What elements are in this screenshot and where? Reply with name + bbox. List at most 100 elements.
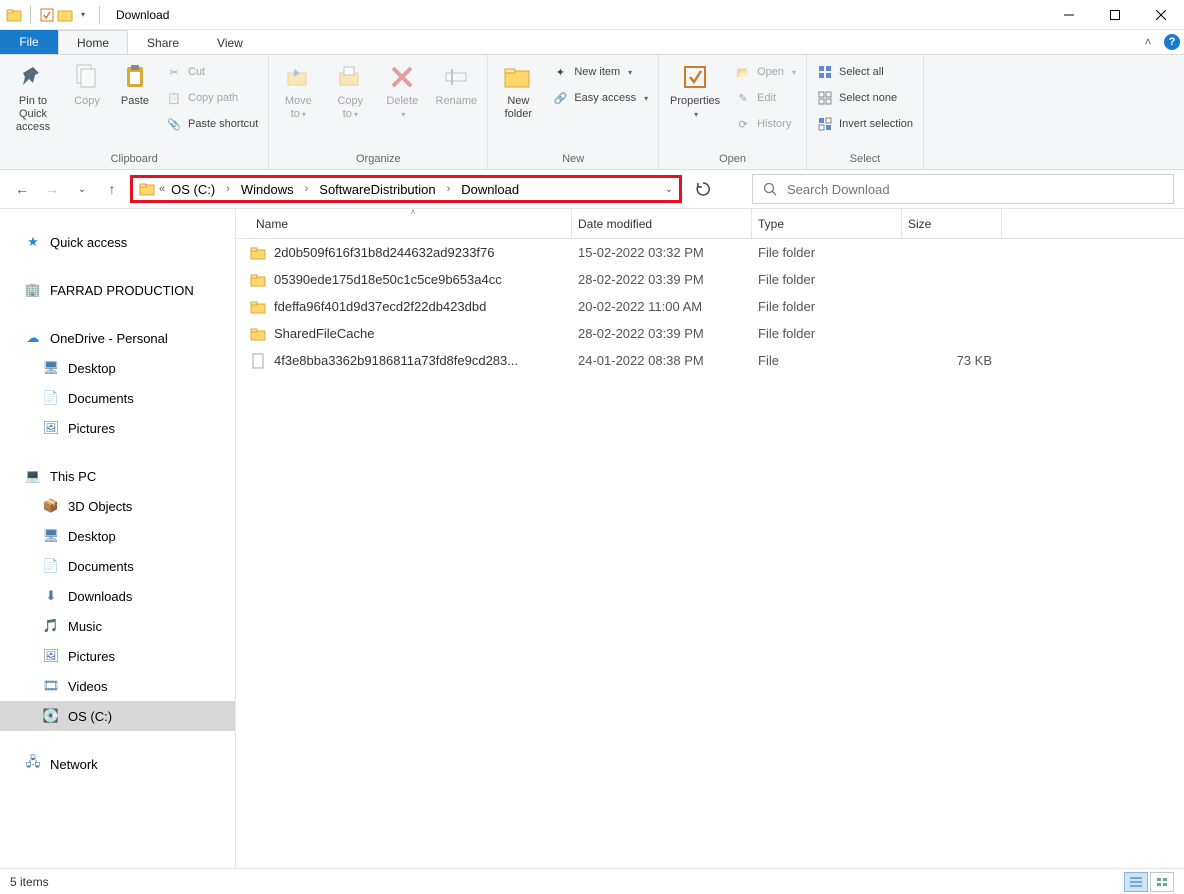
file-row[interactable]: fdeffa96f401d9d37ecd2f22db423dbd20-02-20…	[236, 293, 1184, 320]
rename-button[interactable]: Rename	[431, 59, 481, 108]
file-row[interactable]: 2d0b509f616f31b8d244632ad9233f7615-02-20…	[236, 239, 1184, 266]
file-name: fdeffa96f401d9d37ecd2f22db423dbd	[274, 299, 486, 314]
easy-access-button[interactable]: 🔗Easy access▾	[548, 87, 652, 109]
breadcrumb-os[interactable]: OS (C:)	[169, 182, 217, 197]
properties-button[interactable]: Properties▾	[665, 59, 725, 121]
drive-icon: 💽	[42, 707, 60, 725]
tab-file[interactable]: File	[0, 30, 58, 54]
column-date[interactable]: Date modified	[572, 209, 752, 238]
drive-icon: 🖼	[42, 647, 60, 665]
qat-dropdown-icon[interactable]: ▾	[75, 7, 91, 23]
file-icon	[250, 353, 266, 369]
folder-icon	[250, 299, 266, 315]
cut-button[interactable]: ✂Cut	[162, 61, 262, 83]
sidebar-onedrive[interactable]: ☁OneDrive - Personal	[0, 323, 235, 353]
paste-button[interactable]: Paste	[114, 59, 156, 108]
new-item-button[interactable]: ✦New item▾	[548, 61, 652, 83]
select-none-button[interactable]: Select none	[813, 87, 917, 109]
help-button[interactable]: ?	[1160, 30, 1184, 54]
breadcrumb-windows[interactable]: Windows	[239, 182, 296, 197]
select-all-icon	[817, 64, 833, 80]
breadcrumb-download[interactable]: Download	[459, 182, 521, 197]
select-all-button[interactable]: Select all	[813, 61, 917, 83]
file-date: 28-02-2022 03:39 PM	[572, 272, 752, 287]
rename-icon	[440, 61, 472, 93]
sidebar-item-downloads[interactable]: ⬇Downloads	[0, 581, 235, 611]
new-folder-button[interactable]: New folder	[494, 59, 542, 121]
sidebar-item-music[interactable]: 🎵Music	[0, 611, 235, 641]
file-row[interactable]: 4f3e8bba3362b9186811a73fd8fe9cd283...24-…	[236, 347, 1184, 374]
minimize-button[interactable]	[1046, 0, 1092, 30]
chevron-right-icon[interactable]: ›	[442, 183, 456, 195]
file-type: File folder	[752, 299, 902, 314]
chevron-right-icon[interactable]: ›	[300, 183, 314, 195]
breadcrumb-softwaredistribution[interactable]: SoftwareDistribution	[317, 182, 437, 197]
close-button[interactable]	[1138, 0, 1184, 30]
sidebar-item-pictures[interactable]: 🖼Pictures	[0, 641, 235, 671]
ribbon: Pin to Quick access Copy Paste ✂Cut 📋Cop…	[0, 55, 1184, 170]
maximize-button[interactable]	[1092, 0, 1138, 30]
recent-locations-button[interactable]: ⌄	[70, 177, 94, 201]
folder-icon: 🖼	[42, 419, 60, 437]
column-type[interactable]: Type	[752, 209, 902, 238]
sidebar-item-os-c-[interactable]: 💽OS (C:)	[0, 701, 235, 731]
column-name[interactable]: Name˄	[250, 209, 572, 238]
edit-button[interactable]: ✎Edit	[731, 87, 800, 109]
file-name: 4f3e8bba3362b9186811a73fd8fe9cd283...	[274, 353, 518, 368]
back-button[interactable]: ←	[10, 177, 34, 201]
folder-icon	[250, 326, 266, 342]
sidebar-quick-access[interactable]: ★Quick access	[0, 227, 235, 257]
move-to-button[interactable]: Move to▾	[275, 59, 321, 121]
tab-share[interactable]: Share	[128, 30, 198, 54]
drive-icon: ⬇	[42, 587, 60, 605]
folder-icon	[250, 272, 266, 288]
collapse-ribbon-icon[interactable]: ˄	[1136, 30, 1160, 54]
sidebar-item-desktop[interactable]: 🖥Desktop	[0, 521, 235, 551]
sidebar-this-pc[interactable]: 💻This PC	[0, 461, 235, 491]
search-input[interactable]	[787, 182, 1163, 197]
refresh-button[interactable]	[688, 175, 718, 203]
copy-to-button[interactable]: Copy to▾	[327, 59, 373, 121]
chevron-right-icon[interactable]: ›	[221, 183, 235, 195]
sidebar-item-documents[interactable]: 📄Documents	[0, 383, 235, 413]
folder-icon: 🖥	[42, 359, 60, 377]
view-details-button[interactable]	[1124, 872, 1148, 892]
copy-button[interactable]: Copy	[66, 59, 108, 108]
delete-button[interactable]: Delete▾	[379, 59, 425, 121]
pin-to-quick-access-button[interactable]: Pin to Quick access	[6, 59, 60, 134]
column-size[interactable]: Size	[902, 209, 1002, 238]
paste-shortcut-button[interactable]: 📎Paste shortcut	[162, 113, 262, 135]
address-dropdown-icon[interactable]: ⌄	[665, 184, 673, 195]
qat-properties-icon[interactable]	[39, 7, 55, 23]
forward-button[interactable]: →	[40, 177, 64, 201]
file-row[interactable]: 05390ede175d18e50c1c5ce9b653a4cc28-02-20…	[236, 266, 1184, 293]
view-large-icons-button[interactable]	[1150, 872, 1174, 892]
breadcrumb-overflow-icon[interactable]: «	[159, 183, 165, 195]
sidebar-item-videos[interactable]: 🎞Videos	[0, 671, 235, 701]
file-row[interactable]: SharedFileCache28-02-2022 03:39 PMFile f…	[236, 320, 1184, 347]
column-headers: Name˄ Date modified Type Size	[236, 209, 1184, 239]
sidebar-item-pictures[interactable]: 🖼Pictures	[0, 413, 235, 443]
address-bar[interactable]: « OS (C:) › Windows › SoftwareDistributi…	[130, 175, 682, 203]
sidebar-network[interactable]: 🖧Network	[0, 749, 235, 779]
group-clipboard: Pin to Quick access Copy Paste ✂Cut 📋Cop…	[0, 55, 269, 169]
qat-newfolder-icon[interactable]	[57, 7, 73, 23]
invert-selection-button[interactable]: Invert selection	[813, 113, 917, 135]
easy-access-icon: 🔗	[552, 90, 568, 106]
open-button[interactable]: 📂Open▾	[731, 61, 800, 83]
copy-path-button[interactable]: 📋Copy path	[162, 87, 262, 109]
open-icon: 📂	[735, 64, 751, 80]
sidebar-item-3d-objects[interactable]: 📦3D Objects	[0, 491, 235, 521]
tab-home[interactable]: Home	[58, 30, 128, 54]
quick-access-icon: ★	[24, 233, 42, 251]
history-button[interactable]: ⟳History	[731, 113, 800, 135]
pin-icon	[17, 61, 49, 93]
search-box[interactable]	[752, 174, 1174, 204]
scissors-icon: ✂	[166, 64, 182, 80]
sidebar-item-desktop[interactable]: 🖥Desktop	[0, 353, 235, 383]
up-button[interactable]: ↑	[100, 177, 124, 201]
tab-view[interactable]: View	[198, 30, 262, 54]
navigation-bar: ← → ⌄ ↑ « OS (C:) › Windows › SoftwareDi…	[0, 170, 1184, 208]
sidebar-item-documents[interactable]: 📄Documents	[0, 551, 235, 581]
sidebar-farrad[interactable]: 🏢FARRAD PRODUCTION	[0, 275, 235, 305]
